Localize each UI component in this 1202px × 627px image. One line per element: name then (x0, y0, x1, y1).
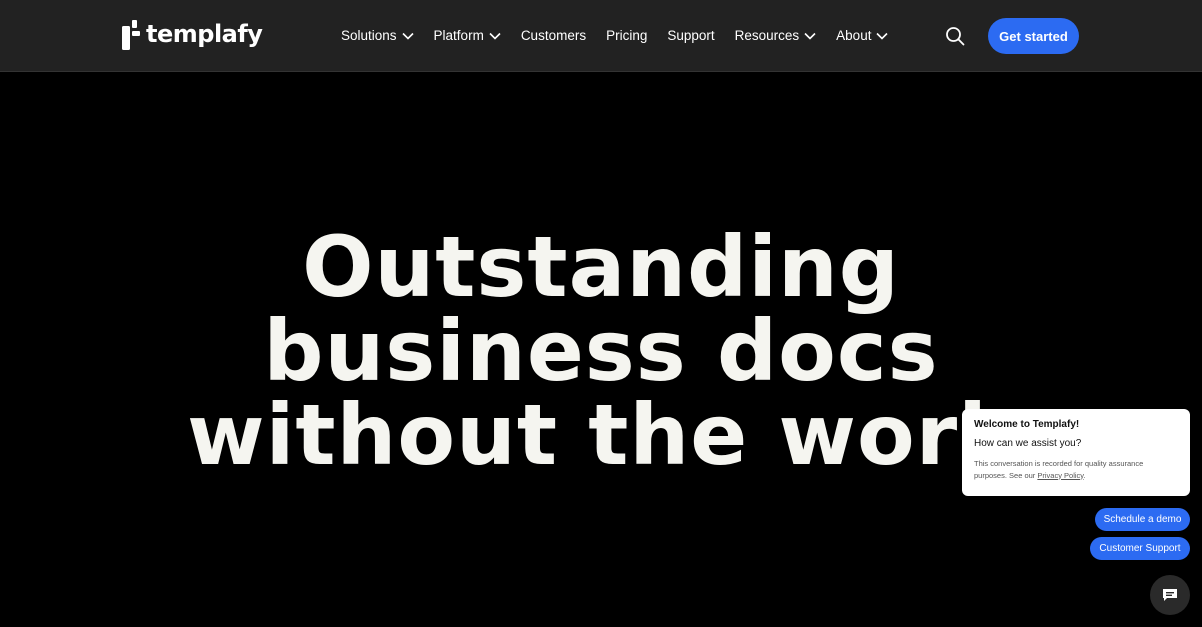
nav-support[interactable]: Support (667, 28, 714, 43)
nav-customers[interactable]: Customers (521, 28, 586, 43)
schedule-demo-button[interactable]: Schedule a demo (1095, 508, 1190, 531)
chevron-down-icon (489, 32, 501, 40)
hero-headline-line: business docs (263, 302, 939, 400)
templafy-logo[interactable]: templafy (122, 19, 263, 51)
privacy-policy-link[interactable]: Privacy Policy (1037, 471, 1083, 480)
nav-platform[interactable]: Platform (434, 28, 501, 43)
chat-launcher-button[interactable] (1150, 575, 1190, 615)
nav-label: About (836, 28, 872, 43)
nav-label: Platform (433, 28, 484, 43)
nav-label: Customers (520, 28, 587, 43)
nav-label: Pricing (606, 28, 648, 43)
chevron-down-icon (804, 32, 816, 40)
get-started-button[interactable]: Get started (988, 18, 1079, 54)
chat-welcome-card: Welcome to Templafy! How can we assist y… (962, 409, 1190, 496)
customer-support-button[interactable]: Customer Support (1090, 537, 1190, 560)
nav-label: Resources (734, 28, 800, 43)
nav-about[interactable]: About (836, 28, 889, 43)
nav-label: Support (667, 28, 715, 43)
nav-solutions[interactable]: Solutions (341, 28, 414, 43)
chat-welcome-title: Welcome to Templafy! (974, 419, 1080, 430)
chevron-down-icon (876, 32, 889, 40)
hero-headline-line: Outstanding (302, 218, 900, 316)
chevron-down-icon (401, 32, 414, 40)
chat-disclaimer: This conversation is recorded for qualit… (974, 458, 1178, 481)
nav-resources[interactable]: Resources (735, 28, 817, 43)
nav-label: Solutions (341, 28, 397, 43)
templafy-logo-mark-icon (122, 20, 140, 50)
main-nav: Solutions Platform Customers Pricing Sup… (341, 0, 908, 71)
top-navigation-bar: templafy Solutions Platform Customers Pr… (0, 0, 1202, 72)
search-icon[interactable] (945, 26, 965, 46)
nav-pricing[interactable]: Pricing (606, 28, 647, 43)
chat-question: How can we assist you? (974, 438, 1082, 449)
logo-text: templafy (146, 20, 263, 48)
chat-bubble-icon (1163, 588, 1177, 601)
chat-disclaimer-end: . (1083, 470, 1086, 480)
